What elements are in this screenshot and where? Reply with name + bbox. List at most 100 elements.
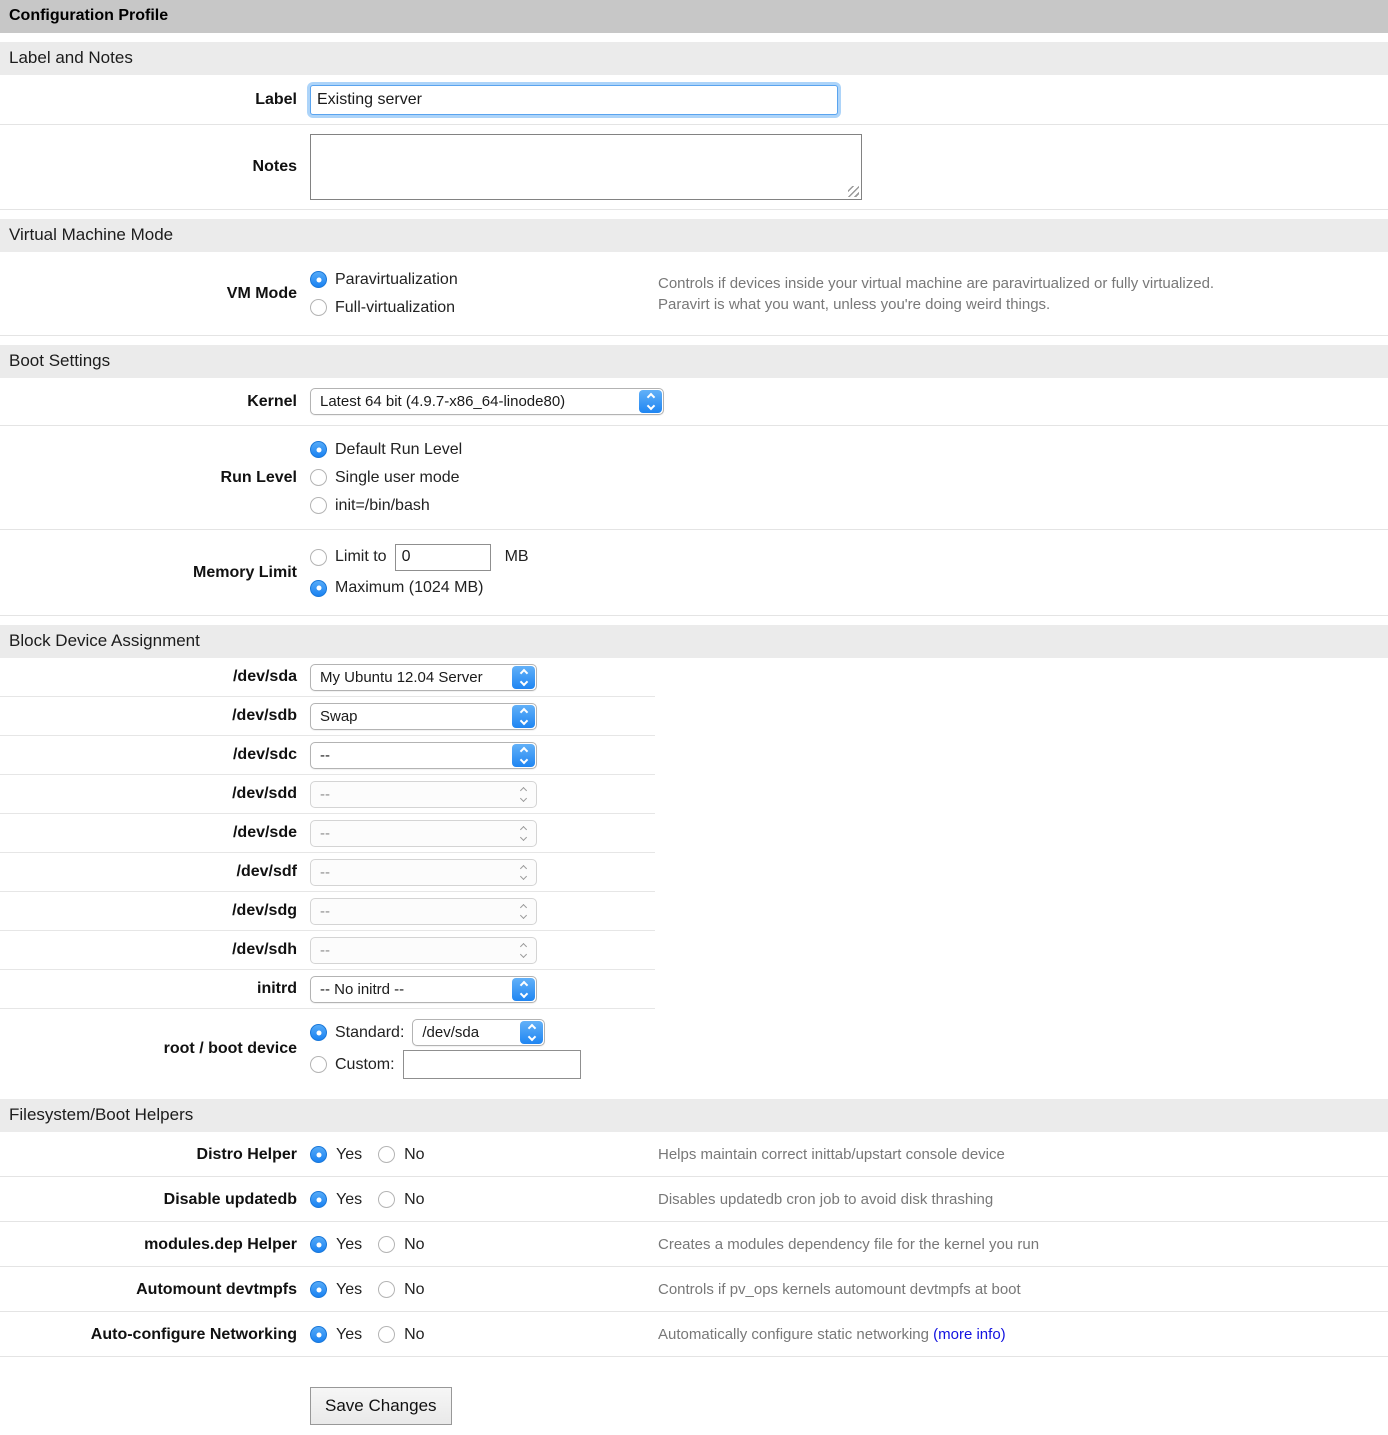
distro-helper-no-radio[interactable] <box>378 1146 395 1163</box>
root-custom-option-label[interactable]: Custom: <box>335 1056 395 1074</box>
modules-dep-helper-yes-radio[interactable] <box>310 1236 327 1253</box>
paravirtualization-radio[interactable] <box>310 271 327 288</box>
yes-option-label[interactable]: Yes <box>336 1326 362 1344</box>
init-bin-bash-option-label[interactable]: init=/bin/bash <box>335 497 430 515</box>
block-device-row-sdf: /dev/sdf -- <box>0 853 655 892</box>
save-changes-button[interactable]: Save Changes <box>310 1387 452 1425</box>
full-virtualization-option-label[interactable]: Full-virtualization <box>335 299 455 317</box>
vm-mode-row: VM Mode Paravirtualization Full-virtuali… <box>0 252 1388 336</box>
section-label-and-notes: Label and Notes <box>0 42 1388 75</box>
dev-sdg-select: -- <box>310 898 537 925</box>
automount-devtmpfs-yes-radio[interactable] <box>310 1281 327 1298</box>
disable-updatedb-label: Disable updatedb <box>0 1191 297 1209</box>
dev-sdb-select[interactable]: Swap <box>310 703 537 730</box>
yes-option-label[interactable]: Yes <box>336 1146 362 1164</box>
single-user-mode-option-label[interactable]: Single user mode <box>335 469 460 487</box>
dev-sdb-label: /dev/sdb <box>0 707 297 725</box>
select-stepper-icon <box>512 939 535 962</box>
default-run-level-radio[interactable] <box>310 441 327 458</box>
memory-maximum-option-label[interactable]: Maximum (1024 MB) <box>335 579 483 597</box>
memory-limit-row: Memory Limit Limit to MB Maximum (1024 M… <box>0 530 1388 616</box>
paravirtualization-option-label[interactable]: Paravirtualization <box>335 271 458 289</box>
block-device-row-sdb: /dev/sdb Swap <box>0 697 655 736</box>
dev-sdh-select: -- <box>310 937 537 964</box>
single-user-mode-radio[interactable] <box>310 469 327 486</box>
initrd-select[interactable]: -- No initrd -- <box>310 976 537 1003</box>
disable-updatedb-help-text: Disables updatedb cron job to avoid disk… <box>658 1189 993 1210</box>
automount-devtmpfs-no-radio[interactable] <box>378 1281 395 1298</box>
label-input[interactable] <box>310 85 838 115</box>
root-device-select[interactable]: /dev/sda <box>412 1019 545 1046</box>
dev-sdd-select: -- <box>310 781 537 808</box>
memory-limit-input[interactable] <box>395 544 491 571</box>
notes-textarea[interactable] <box>310 134 862 200</box>
yes-option-label[interactable]: Yes <box>336 1191 362 1209</box>
vm-mode-label: VM Mode <box>0 285 297 303</box>
init-bin-bash-radio[interactable] <box>310 497 327 514</box>
more-info-link[interactable]: (more info) <box>933 1326 1006 1343</box>
dev-sdf-select: -- <box>310 859 537 886</box>
root-boot-device-row: root / boot device Standard: /dev/sda Cu… <box>0 1009 655 1090</box>
no-option-label[interactable]: No <box>404 1281 424 1299</box>
auto-configure-networking-label: Auto-configure Networking <box>0 1326 297 1344</box>
kernel-row: Kernel Latest 64 bit (4.9.7-x86_64-linod… <box>0 378 1388 426</box>
section-block-device-assignment: Block Device Assignment <box>0 625 1388 658</box>
section-boot-settings: Boot Settings <box>0 345 1388 378</box>
yes-option-label[interactable]: Yes <box>336 1236 362 1254</box>
default-run-level-option-label[interactable]: Default Run Level <box>335 441 462 459</box>
block-device-row-sde: /dev/sde -- <box>0 814 655 853</box>
no-option-label[interactable]: No <box>404 1326 424 1344</box>
memory-unit-label: MB <box>505 548 529 566</box>
modules-dep-helper-help-text: Creates a modules dependency file for th… <box>658 1234 1039 1255</box>
dev-sdc-label: /dev/sdc <box>0 746 297 764</box>
memory-maximum-radio[interactable] <box>310 580 327 597</box>
disable-updatedb-no-radio[interactable] <box>378 1191 395 1208</box>
save-row: Save Changes <box>310 1387 1388 1425</box>
dev-sdh-label: /dev/sdh <box>0 941 297 959</box>
select-stepper-icon <box>512 861 535 884</box>
memory-limit-to-option-label[interactable]: Limit to <box>335 548 387 566</box>
memory-limit-to-radio[interactable] <box>310 549 327 566</box>
block-device-row-sdg: /dev/sdg -- <box>0 892 655 931</box>
block-device-row-sdd: /dev/sdd -- <box>0 775 655 814</box>
auto-configure-networking-help-text: Automatically configure static networkin… <box>658 1324 1006 1345</box>
section-virtual-machine-mode: Virtual Machine Mode <box>0 219 1388 252</box>
auto-configure-networking-yes-radio[interactable] <box>310 1326 327 1343</box>
select-stepper-icon <box>520 1021 543 1044</box>
initrd-row: initrd -- No initrd -- <box>0 970 655 1009</box>
dev-sdf-label: /dev/sdf <box>0 863 297 881</box>
distro-helper-row: Distro Helper Yes No Helps maintain corr… <box>0 1132 1388 1177</box>
configuration-profile-page: Configuration Profile Label and Notes La… <box>0 0 1388 1425</box>
dev-sde-select: -- <box>310 820 537 847</box>
kernel-select[interactable]: Latest 64 bit (4.9.7-x86_64-linode80) <box>310 388 664 415</box>
section-filesystem-boot-helpers: Filesystem/Boot Helpers <box>0 1099 1388 1132</box>
dev-sdd-label: /dev/sdd <box>0 785 297 803</box>
root-custom-input[interactable] <box>403 1050 581 1079</box>
root-standard-option-label[interactable]: Standard: <box>335 1024 404 1042</box>
no-option-label[interactable]: No <box>404 1191 424 1209</box>
initrd-label: initrd <box>0 980 297 998</box>
no-option-label[interactable]: No <box>404 1236 424 1254</box>
memory-limit-label: Memory Limit <box>0 564 297 582</box>
select-stepper-icon <box>512 978 535 1001</box>
root-custom-radio[interactable] <box>310 1056 327 1073</box>
modules-dep-helper-no-radio[interactable] <box>378 1236 395 1253</box>
notes-field-label: Notes <box>0 158 297 176</box>
block-device-row-sda: /dev/sda My Ubuntu 12.04 Server <box>0 658 655 697</box>
distro-helper-help-text: Helps maintain correct inittab/upstart c… <box>658 1144 1005 1165</box>
dev-sdc-select[interactable]: -- <box>310 742 537 769</box>
modules-dep-helper-row: modules.dep Helper Yes No Creates a modu… <box>0 1222 1388 1267</box>
vm-mode-help-text: Controls if devices inside your virtual … <box>658 273 1214 315</box>
label-field-label: Label <box>0 91 297 109</box>
dev-sda-select[interactable]: My Ubuntu 12.04 Server <box>310 664 537 691</box>
full-virtualization-radio[interactable] <box>310 299 327 316</box>
no-option-label[interactable]: No <box>404 1146 424 1164</box>
auto-configure-networking-no-radio[interactable] <box>378 1326 395 1343</box>
disable-updatedb-yes-radio[interactable] <box>310 1191 327 1208</box>
dev-sdg-label: /dev/sdg <box>0 902 297 920</box>
distro-helper-yes-radio[interactable] <box>310 1146 327 1163</box>
yes-option-label[interactable]: Yes <box>336 1281 362 1299</box>
automount-devtmpfs-label: Automount devtmpfs <box>0 1281 297 1299</box>
root-boot-device-label: root / boot device <box>0 1040 297 1058</box>
root-standard-radio[interactable] <box>310 1024 327 1041</box>
